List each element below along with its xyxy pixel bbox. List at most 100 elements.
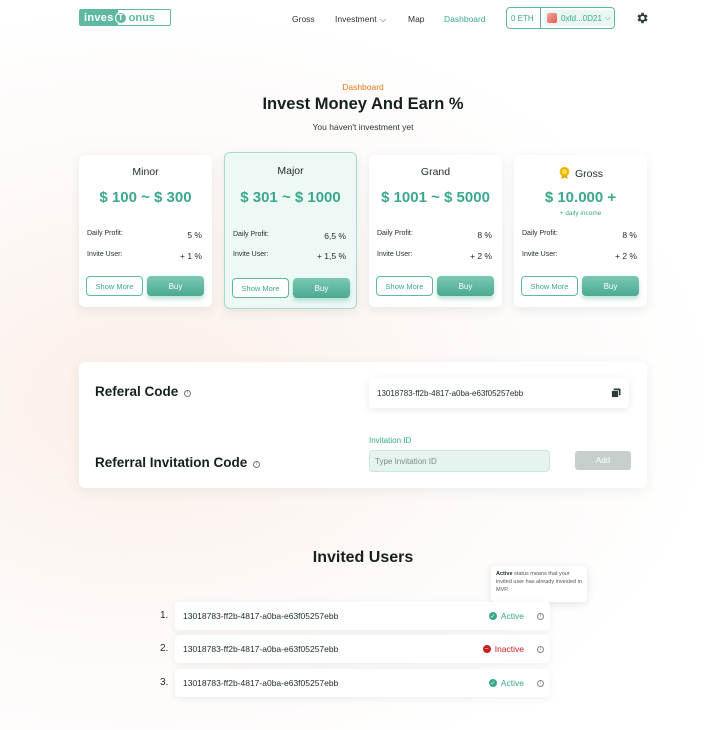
table-row[interactable]: 13018783-ff2b-4817-a0ba-e63f05257ebb ✓ Ac… bbox=[175, 602, 550, 630]
plan-card-grand: Grand $ 1001 ~ $ 5000 Daily Profit: 8 % I… bbox=[369, 155, 502, 307]
user-code: 13018783-ff2b-4817-a0ba-e63f05257ebb bbox=[183, 644, 339, 654]
plan-invite-row: Invite User: + 1,5 % bbox=[233, 251, 346, 261]
referral-invite-heading: Referral Invitation Code i bbox=[95, 455, 261, 470]
profit-label: Daily Profit: bbox=[377, 230, 413, 237]
status-text: Inactive bbox=[494, 644, 524, 654]
buy-button[interactable]: Buy bbox=[147, 276, 204, 296]
nav-investment[interactable]: Investment ⌵ bbox=[335, 14, 386, 25]
wallet-widget[interactable]: 0 ETH 0xfd...0D21 ⌵ bbox=[506, 7, 615, 29]
table-row[interactable]: 13018783-ff2b-4817-a0ba-e63f05257ebb – In… bbox=[175, 635, 550, 663]
profit-value: 8 % bbox=[477, 230, 492, 240]
profit-label: Daily Profit: bbox=[522, 230, 558, 237]
buy-button[interactable]: Buy bbox=[293, 278, 350, 298]
row-number: 2. bbox=[160, 643, 169, 654]
info-icon[interactable]: i bbox=[537, 680, 544, 687]
user-code: 13018783-ff2b-4817-a0ba-e63f05257ebb bbox=[183, 678, 339, 688]
logo-right: onus bbox=[128, 11, 155, 24]
check-icon: ✓ bbox=[488, 679, 497, 687]
invite-value: + 1,5 % bbox=[316, 251, 346, 261]
top-navbar: inves T onus Gross Investment ⌵ Map Dash… bbox=[0, 0, 726, 38]
nav-investment-label: Investment bbox=[335, 14, 377, 24]
status-badge: ✓ Active bbox=[488, 678, 524, 688]
plan-profit-row: Daily Profit: 8 % bbox=[377, 230, 492, 240]
referral-code-heading: Referal Code i bbox=[95, 384, 192, 399]
tooltip-bold: Active bbox=[496, 571, 513, 577]
plan-profit-row: Daily Profit: 6,5 % bbox=[233, 231, 346, 241]
eyebrow-label: Dashboard bbox=[342, 82, 384, 92]
status-text: Active bbox=[500, 611, 524, 621]
profit-value: 6,5 % bbox=[324, 231, 346, 241]
nav-gross[interactable]: Gross bbox=[292, 14, 315, 24]
invite-label: Invite User: bbox=[522, 251, 558, 258]
plan-invite-row: Invite User: + 2 % bbox=[522, 251, 637, 261]
profit-value: 5 % bbox=[187, 230, 202, 240]
nav-dashboard[interactable]: Dashboard bbox=[444, 14, 486, 24]
page-subtitle: You haven't investment yet bbox=[312, 122, 414, 132]
logo-left: inves bbox=[80, 10, 118, 25]
plan-invite-row: Invite User: + 1 % bbox=[87, 251, 202, 261]
plan-profit-row: Daily Profit: 5 % bbox=[87, 230, 202, 240]
wallet-address[interactable]: 0xfd...0D21 ⌵ bbox=[544, 10, 614, 26]
show-more-button[interactable]: Show More bbox=[376, 276, 433, 296]
plan-name-wrap: Gross bbox=[514, 166, 647, 180]
buy-button[interactable]: Buy bbox=[437, 276, 494, 296]
info-icon[interactable]: i bbox=[253, 461, 261, 468]
invitation-id-label: Invitation ID bbox=[369, 436, 412, 445]
plan-name: Grand bbox=[420, 166, 451, 178]
referral-invite-title: Referral Invitation Code bbox=[95, 455, 248, 470]
logo-mark: T bbox=[114, 11, 127, 24]
plan-note: + daily income bbox=[559, 210, 602, 217]
add-button[interactable]: Add bbox=[575, 451, 631, 470]
plan-name: Gross bbox=[574, 168, 603, 180]
table-row[interactable]: 13018783-ff2b-4817-a0ba-e63f05257ebb ✓ Ac… bbox=[175, 669, 550, 697]
referral-panel: Referal Code i 13018783-ff2b-4817-a0ba-e6… bbox=[79, 362, 647, 488]
info-icon[interactable]: i bbox=[537, 613, 544, 620]
row-number: 3. bbox=[160, 677, 169, 688]
referral-code-title: Referal Code bbox=[95, 384, 179, 399]
profit-value: 8 % bbox=[622, 230, 637, 240]
plan-price: $ 10.000 + bbox=[544, 189, 617, 206]
plan-name: Major bbox=[277, 165, 304, 177]
logo[interactable]: inves T onus bbox=[79, 9, 171, 26]
show-more-button[interactable]: Show More bbox=[232, 278, 289, 298]
invited-users-title: Invited Users bbox=[312, 549, 414, 566]
user-code: 13018783-ff2b-4817-a0ba-e63f05257ebb bbox=[183, 611, 339, 621]
invite-label: Invite User: bbox=[87, 251, 123, 258]
wallet-avatar bbox=[547, 13, 557, 23]
nav-map[interactable]: Map bbox=[408, 14, 425, 24]
plan-profit-row: Daily Profit: 8 % bbox=[522, 230, 637, 240]
plan-price: $ 301 ~ $ 1000 bbox=[240, 189, 341, 206]
chevron-down-icon: ⌵ bbox=[379, 15, 387, 24]
invite-value: + 2 % bbox=[470, 251, 492, 261]
plan-invite-row: Invite User: + 2 % bbox=[377, 251, 492, 261]
plan-price: $ 100 ~ $ 300 bbox=[99, 189, 192, 206]
chevron-down-icon: ⌵ bbox=[604, 13, 611, 22]
referral-code-field[interactable]: 13018783-ff2b-4817-a0ba-e63f05257ebb bbox=[369, 378, 629, 408]
invite-label: Invite User: bbox=[377, 251, 413, 258]
gear-icon[interactable] bbox=[635, 11, 649, 25]
show-more-button[interactable]: Show More bbox=[521, 276, 578, 296]
profit-label: Daily Profit: bbox=[233, 231, 269, 238]
buy-button[interactable]: Buy bbox=[582, 276, 639, 296]
profit-label: Daily Profit: bbox=[87, 230, 123, 237]
plan-card-major: Major $ 301 ~ $ 1000 Daily Profit: 6,5 % … bbox=[224, 152, 357, 309]
minus-icon: – bbox=[482, 645, 491, 653]
medal-icon bbox=[559, 166, 570, 179]
show-more-button[interactable]: Show More bbox=[86, 276, 143, 296]
invite-label: Invite User: bbox=[233, 251, 269, 258]
row-number: 1. bbox=[160, 610, 169, 621]
status-badge: ✓ Active bbox=[488, 611, 524, 621]
status-badge: – Inactive bbox=[482, 644, 524, 654]
wallet-address-text: 0xfd...0D21 bbox=[561, 13, 602, 23]
invite-value: + 1 % bbox=[180, 251, 202, 261]
plan-price: $ 1001 ~ $ 5000 bbox=[381, 189, 490, 206]
invite-value: + 2 % bbox=[615, 251, 637, 261]
plan-card-minor: Minor $ 100 ~ $ 300 Daily Profit: 5 % Inv… bbox=[79, 155, 212, 307]
invitation-id-input[interactable] bbox=[369, 450, 550, 472]
copy-icon[interactable] bbox=[611, 388, 621, 398]
page-title: Invest Money And Earn % bbox=[262, 95, 464, 113]
status-tooltip: Active status means that your invited us… bbox=[491, 566, 587, 602]
referral-code-value: 13018783-ff2b-4817-a0ba-e63f05257ebb bbox=[377, 388, 524, 398]
info-icon[interactable]: i bbox=[537, 646, 544, 653]
info-icon[interactable]: i bbox=[184, 390, 192, 397]
